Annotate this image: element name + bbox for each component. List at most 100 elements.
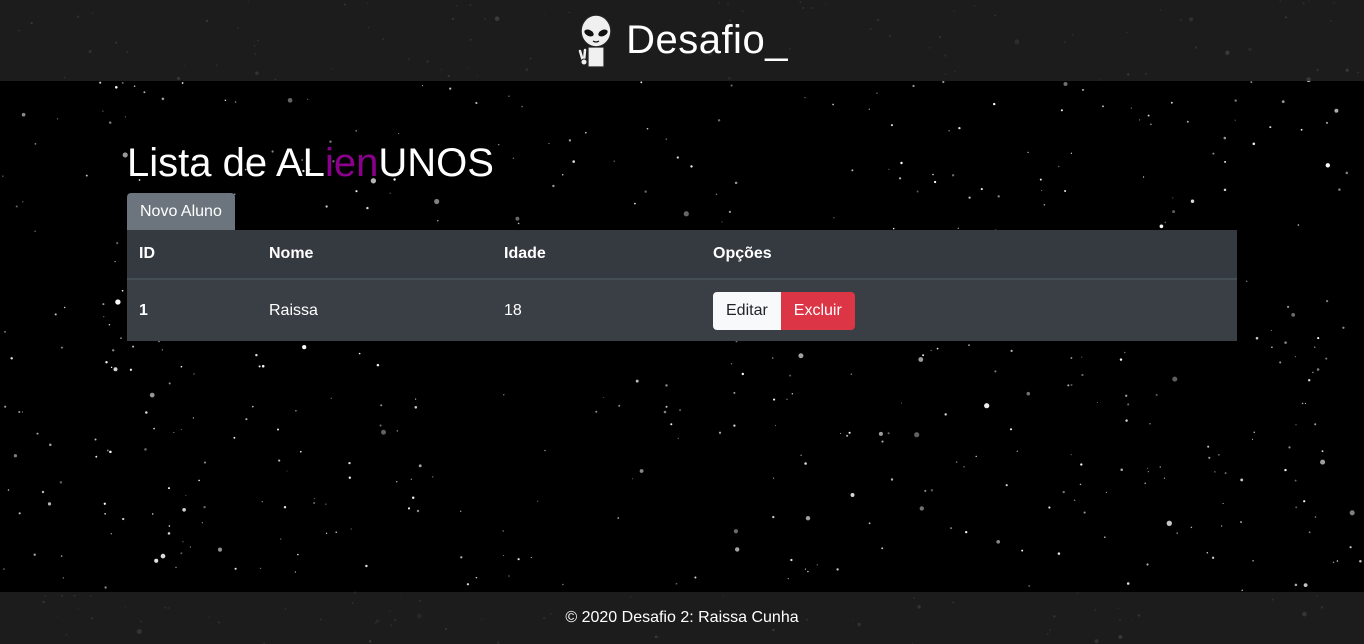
cell-opcoes: Editar Excluir (701, 279, 1237, 341)
star (217, 547, 223, 552)
star (1207, 445, 1210, 448)
star (774, 424, 777, 426)
star (112, 349, 115, 352)
star (1271, 346, 1273, 349)
star (984, 403, 990, 409)
star (10, 357, 13, 360)
star (1172, 376, 1178, 382)
star (677, 437, 679, 440)
star (1314, 423, 1317, 426)
star (1303, 500, 1306, 503)
star (4, 405, 7, 408)
star (149, 392, 155, 398)
star (1312, 371, 1314, 374)
star (193, 373, 195, 375)
star (330, 397, 332, 399)
star (104, 512, 106, 515)
star (153, 427, 155, 430)
new-student-button[interactable]: Novo Aluno (127, 193, 235, 230)
star (848, 431, 851, 434)
star (63, 306, 66, 309)
star (245, 418, 248, 421)
star (198, 479, 200, 482)
star (60, 555, 63, 557)
star (1316, 368, 1320, 371)
star (1239, 521, 1243, 524)
star (1021, 549, 1024, 552)
star (185, 494, 187, 497)
star (1349, 546, 1352, 549)
star (936, 347, 939, 350)
star (836, 568, 839, 571)
column-header-nome[interactable]: Nome (257, 230, 492, 280)
star (789, 374, 792, 377)
star (251, 405, 254, 408)
star (924, 489, 927, 492)
star (881, 547, 884, 550)
star (773, 477, 775, 479)
star (1359, 560, 1362, 563)
star (358, 352, 361, 355)
star (881, 440, 884, 443)
star (1332, 561, 1335, 564)
star (1336, 560, 1339, 562)
star (1270, 329, 1272, 331)
delete-button[interactable]: Excluir (780, 291, 855, 330)
star (113, 367, 118, 372)
star (21, 411, 23, 413)
star (379, 424, 382, 427)
star (59, 481, 63, 484)
column-header-idade[interactable]: Idade (492, 230, 701, 280)
star (1166, 520, 1172, 526)
star (968, 344, 970, 346)
star (49, 443, 52, 447)
brand[interactable]: Desafio_ (576, 13, 788, 69)
star (168, 525, 171, 527)
star (1240, 478, 1244, 482)
star (60, 346, 63, 349)
column-header-id[interactable]: ID (127, 230, 257, 280)
star (54, 313, 57, 316)
star (734, 547, 740, 552)
star (798, 353, 804, 359)
star (201, 522, 203, 524)
star (1079, 483, 1082, 486)
star (1211, 556, 1215, 559)
star (62, 577, 64, 579)
star (110, 366, 113, 369)
star (1295, 506, 1298, 509)
star (1294, 479, 1297, 482)
star (261, 501, 263, 503)
star (1301, 402, 1304, 405)
star (1028, 584, 1031, 587)
star (1080, 463, 1083, 466)
edit-button[interactable]: Editar (713, 291, 781, 330)
title-accent: ien (324, 141, 379, 185)
star (1155, 393, 1158, 397)
star (167, 532, 171, 535)
star (302, 344, 307, 350)
star (416, 509, 420, 513)
star (1070, 357, 1073, 359)
star (602, 396, 604, 399)
star (22, 201, 24, 203)
star (18, 512, 21, 515)
star (182, 507, 186, 512)
star (15, 205, 18, 208)
star (1295, 424, 1297, 426)
star (182, 541, 184, 543)
column-header-opcoes[interactable]: Opções (701, 230, 1237, 280)
star (286, 470, 288, 472)
star (772, 515, 775, 519)
star (1251, 438, 1254, 440)
star (380, 404, 383, 407)
title-suffix: UNOS (378, 141, 494, 185)
star (108, 323, 111, 326)
star (122, 517, 125, 521)
star (180, 429, 182, 430)
star (1125, 394, 1128, 397)
star (1286, 305, 1290, 309)
star (1252, 142, 1256, 146)
star (95, 455, 98, 458)
star (1009, 428, 1013, 431)
